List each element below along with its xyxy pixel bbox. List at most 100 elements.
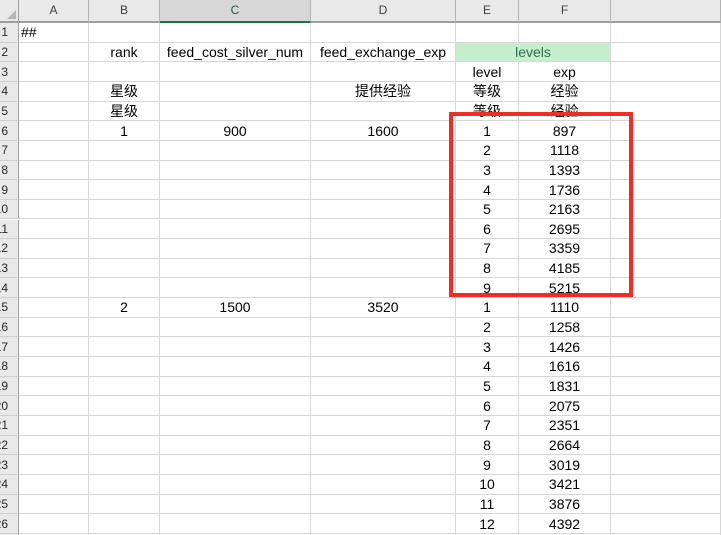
cell-D1[interactable]: [311, 23, 456, 43]
column-header-A[interactable]: A: [19, 0, 89, 23]
cell-G24[interactable]: [611, 475, 721, 495]
cell-G7[interactable]: [611, 141, 721, 161]
cell-E14[interactable]: 9: [456, 278, 519, 298]
cell-B23[interactable]: [89, 455, 160, 475]
cell-B6[interactable]: 1: [89, 121, 160, 141]
cell-C13[interactable]: [160, 259, 311, 279]
cell-A23[interactable]: [19, 455, 89, 475]
cell-A18[interactable]: [19, 357, 89, 377]
row-header-8[interactable]: 8: [0, 161, 19, 181]
cell-G22[interactable]: [611, 436, 721, 456]
cell-C24[interactable]: [160, 475, 311, 495]
row-header-4[interactable]: 4: [0, 82, 19, 102]
row-header-5[interactable]: 5: [0, 102, 19, 122]
cell-D15[interactable]: 3520: [311, 298, 456, 318]
cell-E18[interactable]: 4: [456, 357, 519, 377]
row-header-20[interactable]: 20: [0, 396, 19, 416]
cell-F7[interactable]: 1118: [519, 141, 611, 161]
row-header-19[interactable]: 19: [0, 377, 19, 397]
cell-E19[interactable]: 5: [456, 377, 519, 397]
cell-D23[interactable]: [311, 455, 456, 475]
cell-E25[interactable]: 11: [456, 495, 519, 515]
merged-levels-cell[interactable]: levels: [456, 43, 611, 63]
cell-A4[interactable]: [19, 82, 89, 102]
cell-D11[interactable]: [311, 220, 456, 240]
cell-D8[interactable]: [311, 161, 456, 181]
cell-A10[interactable]: [19, 200, 89, 220]
cell-A24[interactable]: [19, 475, 89, 495]
cell-D19[interactable]: [311, 377, 456, 397]
cell-B2[interactable]: rank: [89, 43, 160, 63]
cell-G10[interactable]: [611, 200, 721, 220]
cell-D3[interactable]: [311, 62, 456, 82]
column-header-D[interactable]: D: [311, 0, 456, 23]
cell-F19[interactable]: 1831: [519, 377, 611, 397]
cell-E11[interactable]: 6: [456, 220, 519, 240]
column-header-F[interactable]: F: [519, 0, 611, 23]
cell-A5[interactable]: [19, 102, 89, 122]
cell-A2[interactable]: [19, 43, 89, 63]
cell-C21[interactable]: [160, 416, 311, 436]
cell-E20[interactable]: 6: [456, 396, 519, 416]
cell-E10[interactable]: 5: [456, 200, 519, 220]
cell-D18[interactable]: [311, 357, 456, 377]
cell-G25[interactable]: [611, 495, 721, 515]
cell-A1[interactable]: ##: [19, 23, 89, 43]
cell-A17[interactable]: [19, 337, 89, 357]
cell-G14[interactable]: [611, 278, 721, 298]
cell-A19[interactable]: [19, 377, 89, 397]
row-header-24[interactable]: 24: [0, 475, 19, 495]
cell-E3[interactable]: level: [456, 62, 519, 82]
cell-C17[interactable]: [160, 337, 311, 357]
row-header-23[interactable]: 23: [0, 455, 19, 475]
cell-A12[interactable]: [19, 239, 89, 259]
cell-G18[interactable]: [611, 357, 721, 377]
cell-B3[interactable]: [89, 62, 160, 82]
cell-F15[interactable]: 1110: [519, 298, 611, 318]
cell-B22[interactable]: [89, 436, 160, 456]
cell-F3[interactable]: exp: [519, 62, 611, 82]
cell-E23[interactable]: 9: [456, 455, 519, 475]
cell-E4[interactable]: 等级: [456, 82, 519, 102]
cell-A16[interactable]: [19, 318, 89, 338]
cell-C26[interactable]: [160, 514, 311, 534]
cell-B24[interactable]: [89, 475, 160, 495]
cell-D26[interactable]: [311, 514, 456, 534]
cell-C20[interactable]: [160, 396, 311, 416]
cell-F13[interactable]: 4185: [519, 259, 611, 279]
cell-C3[interactable]: [160, 62, 311, 82]
cell-F10[interactable]: 2163: [519, 200, 611, 220]
cell-B14[interactable]: [89, 278, 160, 298]
cell-B26[interactable]: [89, 514, 160, 534]
cell-E26[interactable]: 12: [456, 514, 519, 534]
cell-B19[interactable]: [89, 377, 160, 397]
cell-B9[interactable]: [89, 180, 160, 200]
cell-B7[interactable]: [89, 141, 160, 161]
cell-B16[interactable]: [89, 318, 160, 338]
cell-G16[interactable]: [611, 318, 721, 338]
cell-C9[interactable]: [160, 180, 311, 200]
cell-E24[interactable]: 10: [456, 475, 519, 495]
cell-A14[interactable]: [19, 278, 89, 298]
cell-F9[interactable]: 1736: [519, 180, 611, 200]
cell-F18[interactable]: 1616: [519, 357, 611, 377]
cell-G17[interactable]: [611, 337, 721, 357]
cell-F26[interactable]: 4392: [519, 514, 611, 534]
cell-G2[interactable]: [611, 43, 721, 63]
cell-C19[interactable]: [160, 377, 311, 397]
cell-G3[interactable]: [611, 62, 721, 82]
cell-E21[interactable]: 7: [456, 416, 519, 436]
cell-F6[interactable]: 897: [519, 121, 611, 141]
cell-E17[interactable]: 3: [456, 337, 519, 357]
row-header-26[interactable]: 26: [0, 514, 19, 534]
cell-A3[interactable]: [19, 62, 89, 82]
cell-C10[interactable]: [160, 200, 311, 220]
cell-A11[interactable]: [19, 220, 89, 240]
cell-D24[interactable]: [311, 475, 456, 495]
cell-D9[interactable]: [311, 180, 456, 200]
cell-F25[interactable]: 3876: [519, 495, 611, 515]
cell-B25[interactable]: [89, 495, 160, 515]
row-header-6[interactable]: 6: [0, 121, 19, 141]
select-all-corner[interactable]: [0, 0, 19, 23]
cell-G19[interactable]: [611, 377, 721, 397]
